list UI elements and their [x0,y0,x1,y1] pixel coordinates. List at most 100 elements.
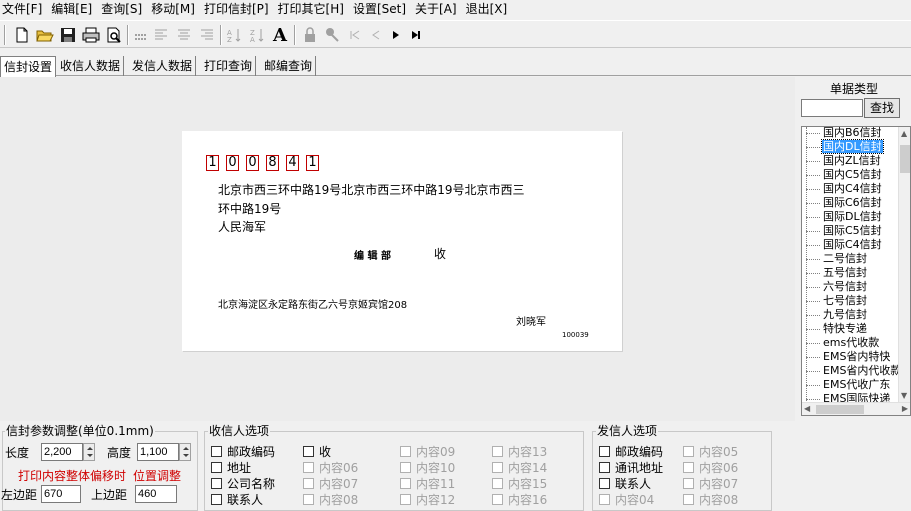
recipient-options-checkbox[interactable]: 内容10 [400,460,455,475]
checkbox-box[interactable] [400,445,411,457]
menu-exit[interactable]: 退出[X] [464,0,515,18]
next-record-icon[interactable] [386,25,406,45]
recipient-options-checkbox[interactable]: 内容08 [303,492,358,507]
recipient-options-checkbox[interactable]: 公司名称 [211,476,275,491]
tree-item[interactable]: EMS代收广东 [802,378,891,392]
sort-ascending-icon[interactable]: AZ [224,25,244,45]
scroll-up-icon[interactable]: ▲ [901,129,907,139]
tree-item[interactable]: 国内B6信封 [802,127,883,140]
sender-options-checkbox[interactable]: 内容06 [683,460,738,475]
recipient-options-checkbox[interactable]: 内容11 [400,476,455,491]
sender-options-checkbox[interactable]: 内容04 [599,492,654,507]
tree-item[interactable]: 五号信封 [802,266,868,280]
recipient-options-checkbox[interactable]: 地址 [211,460,251,475]
search-button[interactable]: 查找 [864,98,900,118]
tree-item[interactable]: 国际C6信封 [802,196,883,210]
tab-recipient-data[interactable]: 收信人数据 [57,56,125,76]
menu-print-envelope[interactable]: 打印信封[P] [202,0,276,18]
checkbox-box[interactable] [400,493,411,505]
menu-about[interactable]: 关于[A] [413,0,464,18]
recipient-options-checkbox[interactable]: 内容15 [492,476,547,491]
recipient-options-checkbox[interactable]: 内容13 [492,444,547,459]
left-margin-field[interactable] [41,485,81,503]
recipient-options-checkbox[interactable]: 内容07 [303,476,358,491]
print-icon[interactable] [81,25,101,45]
checkbox-box[interactable] [211,493,222,505]
length-stepper[interactable] [83,443,95,461]
recipient-options-checkbox[interactable]: 收 [303,444,331,459]
align-center-icon[interactable] [174,25,194,45]
height-field[interactable] [137,443,179,461]
checkbox-box[interactable] [303,445,314,457]
recipient-options-checkbox[interactable]: 内容09 [400,444,455,459]
scroll-down-icon[interactable]: ▼ [901,391,907,401]
scroll-thumb[interactable] [816,405,864,414]
tree-item[interactable]: 国际C5信封 [802,224,883,238]
tree-item[interactable]: 九号信封 [802,308,868,322]
recipient-options-checkbox[interactable]: 邮政编码 [211,444,275,459]
checkbox-box[interactable] [492,477,503,489]
top-margin-field[interactable] [135,485,177,503]
recipient-options-checkbox[interactable]: 内容16 [492,492,547,507]
checkbox-box[interactable] [683,477,694,489]
menu-query[interactable]: 查询[S] [99,0,149,18]
align-right-icon[interactable] [197,25,217,45]
pin-icon[interactable] [322,25,342,45]
checkbox-box[interactable] [303,477,314,489]
sort-descending-icon[interactable]: ZA [247,25,267,45]
sender-options-checkbox[interactable]: 内容07 [683,476,738,491]
sender-options-checkbox[interactable]: 邮政编码 [599,444,663,459]
checkbox-box[interactable] [599,493,610,505]
scroll-left-icon[interactable]: ◀ [804,404,810,414]
tree-item[interactable]: 六号信封 [802,280,868,294]
checkbox-box[interactable] [492,461,503,473]
sender-options-checkbox[interactable]: 通讯地址 [599,460,663,475]
tree-item[interactable]: 国际C4信封 [802,238,883,252]
checkbox-box[interactable] [400,461,411,473]
checkbox-box[interactable] [303,461,314,473]
tree-item[interactable]: 七号信封 [802,294,868,308]
tab-sender-data[interactable]: 发信人数据 [129,56,197,76]
last-record-icon[interactable] [406,25,426,45]
grid-icon[interactable] [131,25,151,45]
checkbox-box[interactable] [211,477,222,489]
tree-item[interactable]: 国内C4信封 [802,182,883,196]
checkbox-box[interactable] [683,461,694,473]
document-type-tree[interactable]: 国内B6信封 国内DL信封 国内ZL信封 国内C5信封 国内C4信封 国际C6信封 国际DL… [801,126,911,416]
sender-options-checkbox[interactable]: 联系人 [599,476,651,491]
tree-item[interactable]: EMS省内代收款 [802,364,902,378]
checkbox-box[interactable] [683,493,694,505]
tree-item[interactable]: EMS省内特快 [802,350,891,364]
recipient-options-checkbox[interactable]: 内容06 [303,460,358,475]
envelope-preview[interactable]: 1 0 0 8 4 1 北京市西三环中路19号北京市西三环中路19号北京市西三 … [182,131,622,351]
menu-edit[interactable]: 编辑[E] [49,0,99,18]
tree-item[interactable]: 国内DL信封 [802,139,884,154]
recipient-options-checkbox[interactable]: 内容14 [492,460,547,475]
open-folder-icon[interactable] [35,25,55,45]
checkbox-box[interactable] [211,445,222,457]
checkbox-box[interactable] [599,461,610,473]
checkbox-box[interactable] [683,445,694,457]
tab-envelope-settings[interactable]: 信封设置 [0,56,57,77]
tree-item[interactable]: 二号信封 [802,252,868,266]
menu-file[interactable]: 文件[F] [0,0,49,18]
print-preview-icon[interactable] [104,25,124,45]
recipient-options-checkbox[interactable]: 内容12 [400,492,455,507]
menu-settings[interactable]: 设置[Set] [351,0,413,18]
checkbox-box[interactable] [303,493,314,505]
lock-icon[interactable] [300,25,320,45]
checkbox-box[interactable] [599,445,610,457]
new-file-icon[interactable] [12,25,32,45]
tree-item[interactable]: 国际DL信封 [802,210,883,224]
tree-horizontal-scrollbar[interactable]: ◀ ▶ [802,402,910,415]
tree-item[interactable]: 国内ZL信封 [802,154,882,168]
checkbox-box[interactable] [211,461,222,473]
scroll-thumb[interactable] [900,145,910,173]
checkbox-box[interactable] [599,477,610,489]
font-icon[interactable]: A [270,25,290,46]
checkbox-box[interactable] [492,493,503,505]
menu-move[interactable]: 移动[M] [149,0,202,18]
tab-print-query[interactable]: 打印查询 [201,56,257,76]
document-type-search-input[interactable] [801,99,863,117]
tree-item[interactable]: 特快专递 [802,322,868,336]
